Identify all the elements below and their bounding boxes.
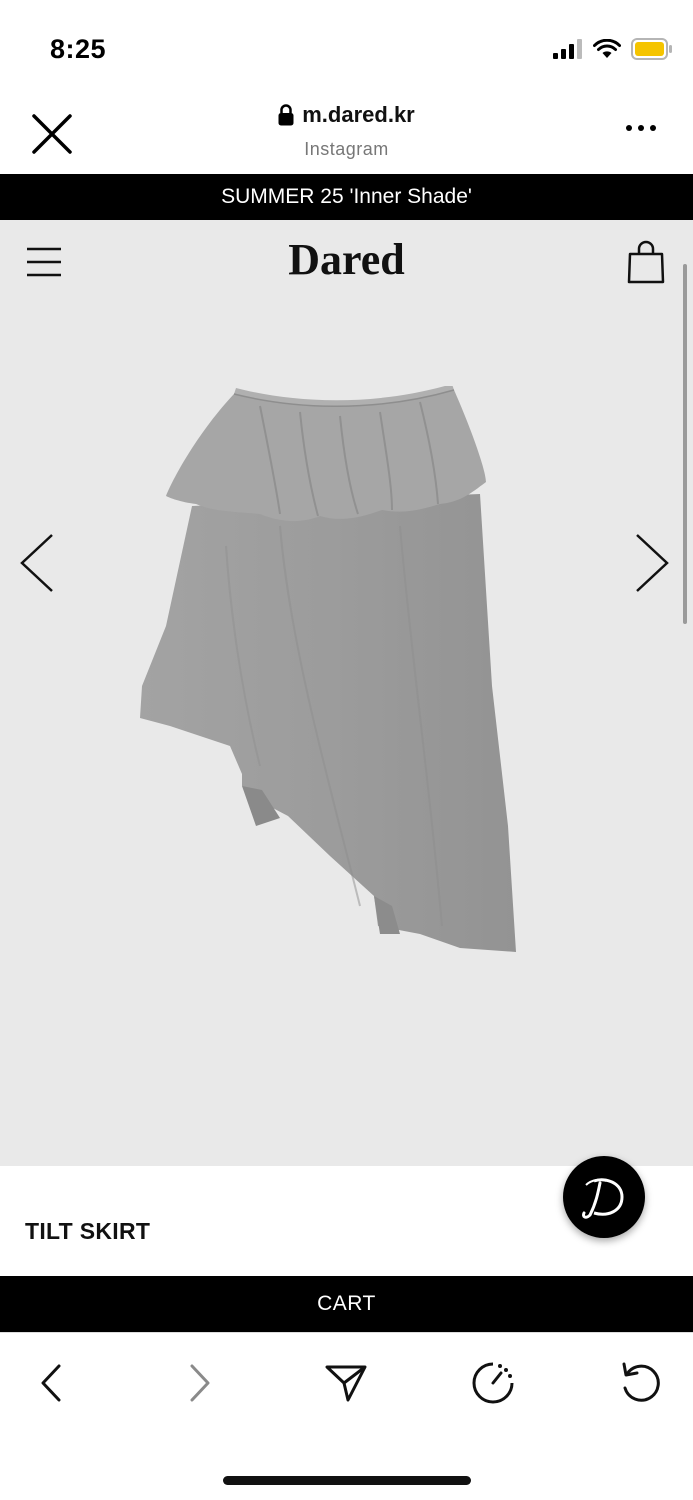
speed-icon <box>472 1362 514 1404</box>
signal-icon <box>553 39 582 59</box>
chat-button[interactable] <box>563 1156 645 1238</box>
lock-icon <box>278 104 294 126</box>
page: 8:25 m.dared.kr Instagram SUMMER 25 'Inn… <box>0 0 693 1500</box>
cart-label: CART <box>317 1292 376 1315</box>
site-logo[interactable]: Dared <box>0 234 693 285</box>
status-time: 8:25 <box>50 34 107 64</box>
url-block[interactable]: m.dared.kr Instagram <box>0 102 693 160</box>
browser-toolbar <box>0 1332 693 1500</box>
reload-button[interactable] <box>616 1359 664 1407</box>
share-button[interactable] <box>322 1359 370 1407</box>
status-bar: 8:25 <box>0 0 693 90</box>
home-indicator[interactable] <box>223 1476 471 1485</box>
product-image[interactable] <box>130 386 530 956</box>
battery-icon <box>631 38 672 60</box>
announcement-bar[interactable]: SUMMER 25 'Inner Shade' <box>0 174 693 220</box>
page-scrollbar[interactable] <box>683 264 687 624</box>
forward-button[interactable] <box>176 1359 224 1407</box>
cart-button[interactable]: CART <box>0 1276 693 1332</box>
share-icon <box>325 1365 367 1402</box>
shopping-bag-icon[interactable] <box>627 240 665 284</box>
chevron-right-icon[interactable] <box>633 532 671 594</box>
url-text: m.dared.kr <box>302 102 415 127</box>
reload-icon <box>622 1362 660 1402</box>
url-subtitle: Instagram <box>304 139 389 159</box>
chevron-left-icon[interactable] <box>18 532 56 594</box>
back-icon <box>41 1364 61 1402</box>
back-button[interactable] <box>27 1359 75 1407</box>
status-icons <box>553 38 673 60</box>
dared-d-logo-icon <box>582 1178 624 1219</box>
product-gallery[interactable]: Dared <box>0 220 693 1166</box>
speed-button[interactable] <box>469 1359 517 1407</box>
announcement-text: SUMMER 25 'Inner Shade' <box>221 185 472 208</box>
wifi-icon <box>593 39 621 58</box>
forward-icon <box>190 1364 210 1402</box>
more-icon[interactable] <box>625 122 657 134</box>
product-name: TILT SKIRT <box>25 1218 151 1244</box>
browser-header: m.dared.kr Instagram <box>0 90 693 174</box>
